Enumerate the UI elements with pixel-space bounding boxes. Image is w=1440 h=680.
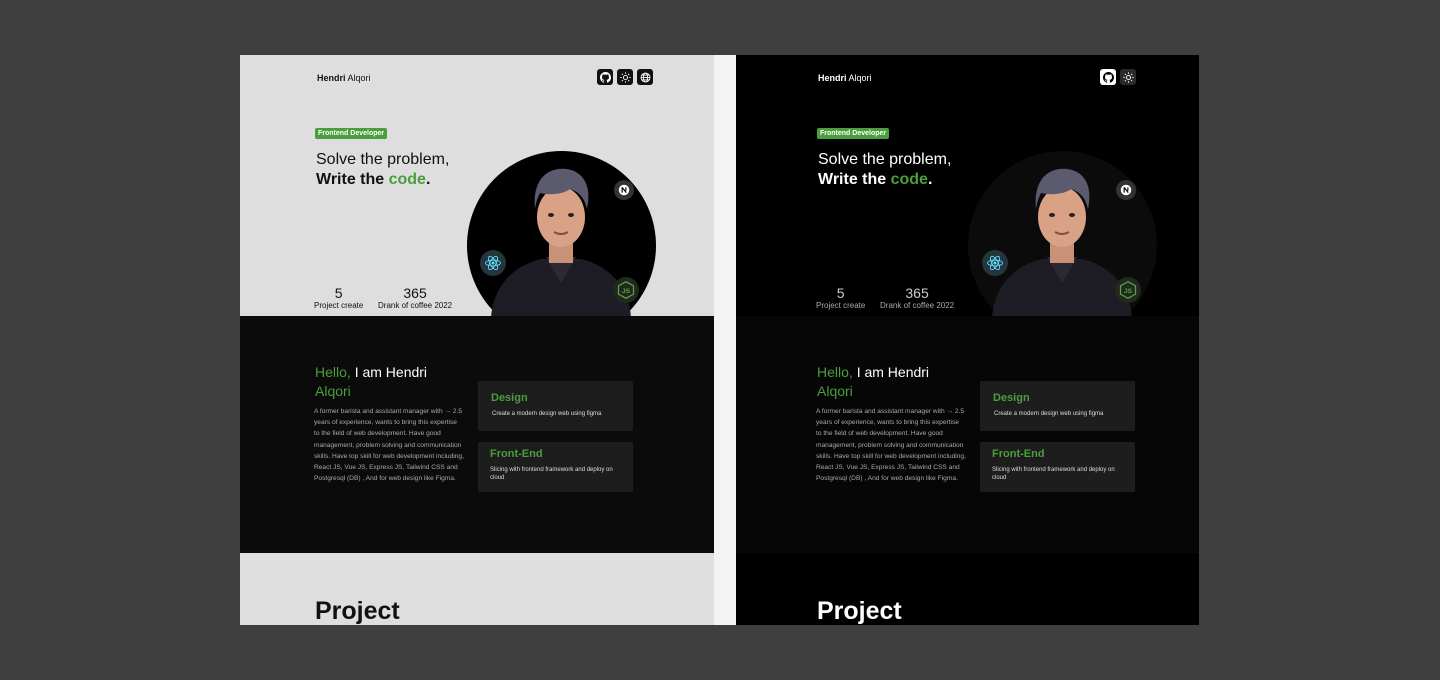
- stat-label: Project create: [816, 301, 866, 310]
- react-icon: [982, 250, 1008, 276]
- stat-label: Project create: [314, 301, 364, 310]
- service-card-frontend[interactable]: Front-End Slicing with frontend framewor…: [478, 442, 633, 492]
- about-bio: A former barista and assistant manager w…: [816, 408, 966, 483]
- headline-prefix: Write the: [818, 171, 891, 188]
- stat-label: Drank of coffee 2022: [378, 301, 453, 310]
- hero-section: Hendri Alqori Frontend Developer Solve t…: [736, 55, 1199, 316]
- svg-text:JS: JS: [622, 288, 631, 295]
- stat-coffee: 365 Drank of coffee 2022: [378, 285, 452, 311]
- service-card-design[interactable]: Design Create a modern design web using …: [980, 381, 1135, 431]
- brand-first: Hendri: [317, 73, 346, 83]
- nextjs-icon: [614, 180, 634, 200]
- card-title: Front-End: [490, 448, 543, 460]
- hero-section: Hendri Alqori Frontend Developer Solve t…: [240, 55, 714, 316]
- project-title: Project: [817, 597, 902, 625]
- headline-highlight: code: [388, 171, 426, 188]
- headline-highlight: code: [890, 171, 928, 188]
- role-badge: Frontend Developer: [315, 128, 388, 139]
- sun-icon[interactable]: [617, 69, 633, 85]
- nav-icons: [597, 69, 653, 85]
- project-section: Project: [736, 553, 1199, 625]
- brand-first: Hendri: [818, 73, 847, 83]
- github-icon[interactable]: [597, 69, 613, 85]
- card-title: Design: [993, 392, 1030, 404]
- stat-projects: 5 Project create: [816, 285, 865, 311]
- headline-suffix: .: [927, 171, 933, 188]
- brand-last: Alqori: [848, 73, 872, 83]
- nextjs-icon: [1116, 180, 1136, 200]
- project-section: Project: [240, 553, 714, 625]
- about-heading: Hello, I am Hendri Alqori: [817, 363, 957, 401]
- stat-value: 365: [403, 285, 427, 301]
- dark-theme-preview: Hendri Alqori Frontend Developer Solve t…: [736, 55, 1199, 625]
- stat-value: 5: [836, 285, 845, 301]
- stat-label: Drank of coffee 2022: [880, 301, 955, 310]
- react-icon: [480, 250, 506, 276]
- github-icon[interactable]: [1100, 69, 1116, 85]
- service-card-frontend[interactable]: Front-End Slicing with frontend framewor…: [980, 442, 1135, 492]
- brand-last: Alqori: [347, 73, 371, 83]
- card-desc: Create a modern design web using figma: [492, 411, 602, 417]
- nodejs-icon: JS: [613, 277, 639, 303]
- headline-line2: Write the code.: [316, 171, 430, 189]
- hello-text: Hello,: [315, 364, 351, 380]
- headline-line1: Solve the problem,: [818, 151, 952, 168]
- name-text: I am Hendri: [856, 364, 930, 380]
- card-desc: Slicing with frontend framework and depl…: [490, 467, 613, 481]
- nav-icons: [1100, 69, 1136, 85]
- card-title: Design: [491, 392, 528, 404]
- headline-prefix: Write the: [316, 171, 389, 188]
- brand-logo[interactable]: Hendri Alqori: [818, 73, 872, 83]
- name-highlight: Alqori: [817, 383, 853, 399]
- about-heading: Hello, I am Hendri Alqori: [315, 363, 455, 401]
- name-text: I am Hendri: [354, 364, 428, 380]
- card-desc: Create a modern design web using figma: [994, 411, 1104, 417]
- light-theme-preview: Hendri Alqori Frontend Developer Solve t…: [240, 55, 714, 625]
- card-title: Front-End: [992, 448, 1045, 460]
- brand-logo[interactable]: Hendri Alqori: [317, 73, 371, 83]
- stat-projects: 5 Project create: [314, 285, 363, 311]
- sun-icon[interactable]: [1120, 69, 1136, 85]
- stat-coffee: 365 Drank of coffee 2022: [880, 285, 954, 311]
- headline-line1: Solve the problem,: [316, 151, 450, 168]
- service-card-design[interactable]: Design Create a modern design web using …: [478, 381, 633, 431]
- headline-suffix: .: [425, 171, 431, 188]
- project-title: Project: [315, 597, 400, 625]
- hello-text: Hello,: [817, 364, 853, 380]
- svg-text:JS: JS: [1124, 288, 1133, 295]
- about-section: Hello, I am Hendri Alqori A former barist…: [736, 316, 1199, 553]
- role-badge: Frontend Developer: [817, 128, 890, 139]
- name-highlight: Alqori: [315, 383, 351, 399]
- headline-line2: Write the code.: [818, 171, 932, 189]
- card-desc: Slicing with frontend framework and depl…: [992, 467, 1115, 481]
- stat-value: 365: [905, 285, 929, 301]
- stat-value: 5: [334, 285, 343, 301]
- about-bio: A former barista and assistant manager w…: [314, 408, 464, 483]
- about-section: Hello, I am Hendri Alqori A former barist…: [240, 316, 714, 553]
- nodejs-icon: JS: [1115, 277, 1141, 303]
- preview-divider: [714, 55, 736, 625]
- globe-icon[interactable]: [637, 69, 653, 85]
